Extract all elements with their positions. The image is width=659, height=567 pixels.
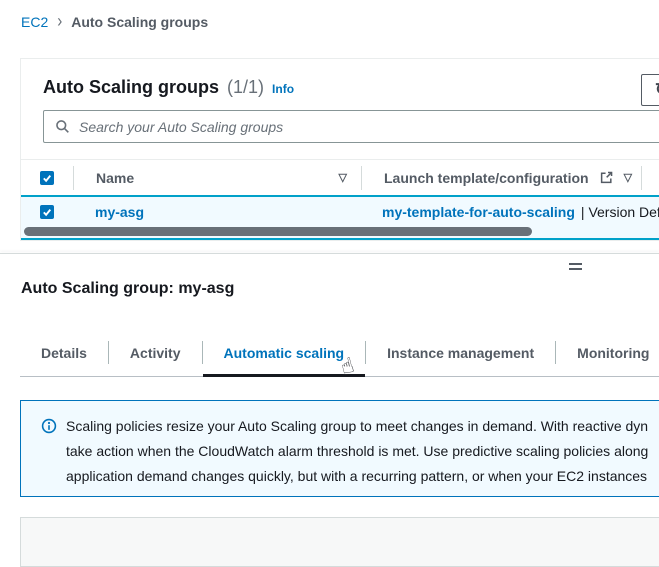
search-box[interactable] [43,110,659,143]
alert-line: Scaling policies resize your Auto Scalin… [66,414,648,439]
column-header-name: Name ▽ [74,170,361,186]
info-icon [41,418,57,496]
row-select-cell [21,205,73,219]
split-panel-title: Auto Scaling group: my-asg [21,280,234,298]
asg-table-card: Auto Scaling groups (1/1) Info ↻ Name ▽ … [20,58,659,241]
row-checkbox[interactable] [40,205,54,219]
row-cell-launch-template: my-template-for-auto-scaling | Version D… [360,204,659,220]
sort-icon[interactable]: ▽ [624,171,632,184]
search-row [21,108,659,159]
sort-icon[interactable]: ▽ [339,171,347,184]
select-all-checkbox[interactable] [40,171,54,185]
tab-activity[interactable]: Activity [109,332,202,377]
tab-details[interactable]: Details [20,332,108,377]
search-input[interactable] [79,119,659,135]
column-label: Launch template/configuration [384,170,589,186]
column-header-launch-template: Launch template/configuration ▽ [362,170,641,186]
alert-line: take action when the CloudWatch alarm th… [66,439,648,464]
horizontal-scrollbar-thumb[interactable] [24,227,532,236]
split-panel-divider [0,253,659,254]
launch-template-version: | Version Default [581,204,659,220]
table-header-row: Name ▽ Launch template/configuration ▽ [21,159,659,195]
select-all-cell [21,171,73,185]
breadcrumb-ec2-link[interactable]: EC2 [21,14,48,30]
table-row-content: my-asg my-template-for-auto-scaling | Ve… [21,197,659,226]
alert-line: application demand changes quickly, but … [66,464,648,489]
horizontal-scrollbar-track[interactable] [21,226,659,238]
launch-template-link[interactable]: my-template-for-auto-scaling [382,204,575,220]
info-link[interactable]: Info [272,82,294,96]
breadcrumb-current: Auto Scaling groups [71,14,208,30]
external-link-icon [599,170,614,185]
table-row[interactable]: my-asg my-template-for-auto-scaling | Ve… [21,195,659,240]
refresh-button[interactable]: ↻ [641,74,659,106]
search-icon [55,119,70,134]
column-label: Name [96,170,339,186]
refresh-icon: ↻ [655,80,659,100]
table-card-header: Auto Scaling groups (1/1) Info [21,59,659,108]
asg-name-link[interactable]: my-asg [95,204,144,220]
breadcrumb: EC2 › Auto Scaling groups [21,13,208,30]
alert-text: Scaling policies resize your Auto Scalin… [66,414,648,496]
info-alert: Scaling policies resize your Auto Scalin… [20,400,659,497]
scaling-policies-card [20,517,659,567]
result-count: (1/1) [227,77,264,98]
tab-monitoring[interactable]: Monitoring [556,332,659,377]
column-divider [641,166,642,190]
page-title: Auto Scaling groups [43,77,219,98]
chevron-right-icon: › [57,11,62,32]
split-panel-drag-handle[interactable] [569,263,582,273]
row-cell-name: my-asg [73,204,360,220]
tab-instance-management[interactable]: Instance management [366,332,555,377]
